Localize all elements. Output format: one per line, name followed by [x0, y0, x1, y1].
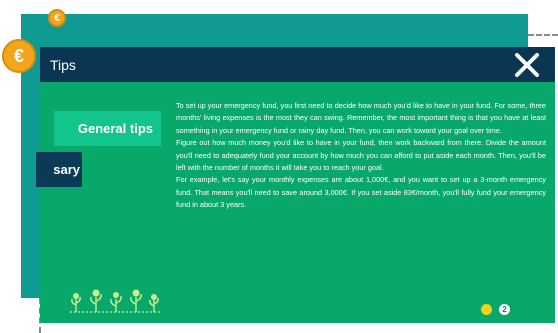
coin-icon: €	[2, 39, 36, 73]
tab-general-tips[interactable]: General tips	[54, 111, 161, 146]
coin-icon: €	[48, 9, 66, 27]
tips-modal: Tips General tips sary To set up your em…	[36, 47, 555, 323]
page-dot-2[interactable]: 2	[499, 304, 510, 315]
pager: 1 2	[481, 304, 510, 315]
tab-glossary[interactable]: sary	[36, 152, 82, 187]
close-button[interactable]	[513, 51, 541, 79]
close-icon	[515, 53, 539, 77]
page-dot-1[interactable]: 1	[481, 304, 492, 315]
tip-paragraph: To set up your emergency fund, you first…	[176, 101, 546, 135]
dashed-guide-line	[528, 34, 558, 36]
tips-content: To set up your emergency fund, you first…	[176, 100, 546, 212]
modal-title: Tips	[50, 57, 76, 73]
money-plant-icon	[70, 289, 162, 313]
tip-paragraph: For example, let's say your monthly expe…	[176, 175, 546, 210]
modal-titlebar: Tips	[40, 47, 555, 82]
tab-label: General tips	[77, 121, 153, 136]
tip-paragraph: Figure out how much money you'd like to …	[176, 138, 546, 173]
tab-label: sary	[53, 162, 80, 177]
